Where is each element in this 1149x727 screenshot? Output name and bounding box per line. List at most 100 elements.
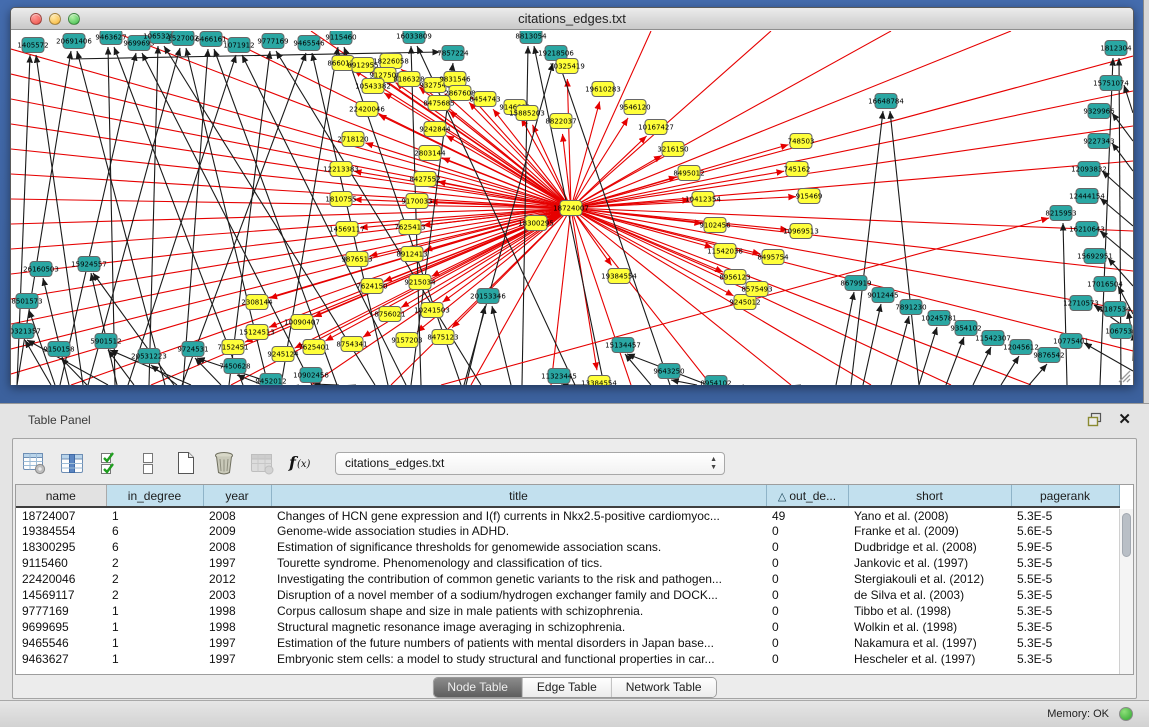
graph-node[interactable]: 9150158: [43, 342, 74, 357]
graph-node[interactable]: 11323445: [541, 369, 577, 384]
graph-node[interactable]: 8215953: [1045, 206, 1076, 221]
scrollbar-thumb[interactable]: [1122, 513, 1131, 557]
graph-node[interactable]: 10321357: [11, 324, 41, 339]
graph-edge[interactable]: [571, 208, 631, 385]
graph-node[interactable]: 8956123: [719, 270, 750, 285]
graph-node[interactable]: 1187534: [1099, 302, 1131, 317]
column-header-year[interactable]: year: [203, 485, 271, 507]
graph-node[interactable]: 3216150: [657, 142, 688, 157]
graph-node[interactable]: 10902456: [293, 368, 329, 383]
graph-node[interactable]: 15134457: [605, 338, 641, 353]
close-panel-icon[interactable]: ✕: [1118, 410, 1131, 428]
function-builder-button[interactable]: f(x): [287, 449, 313, 477]
graph-edge[interactable]: [891, 316, 909, 385]
graph-edge[interactable]: [890, 111, 919, 385]
graph-edge[interactable]: [1100, 198, 1133, 226]
graph-node[interactable]: 13384554: [581, 376, 617, 386]
show-columns-button[interactable]: [59, 449, 85, 477]
graph-node[interactable]: 9876513: [341, 252, 372, 267]
tab-edge-table[interactable]: Edge Table: [523, 678, 612, 697]
table-row[interactable]: 1830029562008Estimation of significance …: [16, 539, 1119, 555]
table-row[interactable]: 1872400712008Changes of HCN gene express…: [16, 507, 1119, 523]
graph-node[interactable]: 7625401: [298, 340, 329, 355]
graph-node[interactable]: 1812304: [1100, 41, 1132, 56]
deselect-all-rows-button[interactable]: [135, 449, 161, 477]
graph-edge[interactable]: [973, 347, 991, 385]
graph-edge[interactable]: [492, 306, 511, 385]
graph-edge[interactable]: [214, 49, 337, 385]
graph-edge[interactable]: [1124, 85, 1133, 113]
graph-node[interactable]: 2308144: [241, 295, 273, 310]
graph-edge[interactable]: [11, 149, 571, 208]
graph-node[interactable]: 748503: [788, 134, 815, 149]
graph-node[interactable]: 12444154: [1069, 189, 1105, 204]
graph-node[interactable]: 10969513: [783, 224, 819, 239]
graph-node[interactable]: 10245781: [921, 311, 957, 326]
graph-node[interactable]: 9876542: [1033, 348, 1064, 363]
graph-node[interactable]: 1071912: [223, 38, 254, 53]
graph-node[interactable]: 10412354: [685, 192, 721, 207]
graph-edge[interactable]: [571, 208, 788, 230]
graph-edge[interactable]: [863, 304, 881, 385]
graph-node[interactable]: 2803144: [414, 146, 446, 161]
table-row[interactable]: 946554611997Estimation of the future num…: [16, 635, 1119, 651]
graph-node[interactable]: 8756021: [374, 307, 405, 322]
network-view-window[interactable]: citations_edges.txt 14055722069140694636…: [10, 7, 1134, 385]
graph-edge[interactable]: [671, 380, 697, 385]
graph-edge[interactable]: [1112, 143, 1133, 171]
graph-node[interactable]: 16210643: [1069, 222, 1105, 237]
table-row[interactable]: 2242004622012Investigating the contribut…: [16, 571, 1119, 587]
graph-node[interactable]: 8912413: [396, 247, 427, 262]
graph-node[interactable]: 26160503: [23, 262, 59, 277]
graph-node[interactable]: 11542036: [707, 244, 743, 259]
column-header-in_degree[interactable]: in_degree: [106, 485, 203, 507]
graph-node[interactable]: 915469: [796, 189, 823, 204]
graph-edge[interactable]: [946, 337, 964, 385]
graph-node[interactable]: 9102456: [699, 218, 731, 233]
graph-node[interactable]: 1810755: [325, 192, 356, 207]
graph-node[interactable]: 9012445: [867, 288, 898, 303]
graph-node[interactable]: 9329966: [1083, 104, 1115, 119]
graph-edge[interactable]: [571, 31, 1011, 208]
graph-node[interactable]: 19610283: [585, 82, 621, 97]
graph-node[interactable]: 8575493: [741, 282, 772, 297]
table-mode-button[interactable]: [21, 449, 47, 477]
column-header-pagerank[interactable]: pagerank: [1011, 485, 1119, 507]
graph-node[interactable]: 12710573: [1063, 296, 1099, 311]
graph-edge[interactable]: [36, 55, 83, 385]
graph-node[interactable]: 745162: [784, 162, 811, 177]
graph-node[interactable]: 9546120: [619, 100, 650, 115]
graph-node[interactable]: 9724531: [177, 342, 208, 357]
graph-edge[interactable]: [571, 126, 1133, 208]
graph-node[interactable]: 20691406: [56, 34, 92, 49]
graph-edge[interactable]: [77, 51, 165, 385]
tab-node-table[interactable]: Node Table: [433, 678, 523, 697]
graph-node[interactable]: 8495012: [673, 166, 704, 181]
graph-node[interactable]: 7152451: [217, 340, 248, 355]
graph-node[interactable]: 19384554: [601, 269, 637, 284]
graph-node[interactable]: 1527002: [167, 31, 198, 46]
graph-edge[interactable]: [313, 384, 339, 385]
graph-node[interactable]: 9463627: [95, 31, 126, 45]
graph-node[interactable]: 8427552: [409, 172, 440, 187]
graph-node[interactable]: 7857224: [437, 46, 469, 61]
table-vertical-scrollbar[interactable]: [1119, 509, 1133, 674]
graph-node[interactable]: 10241503: [414, 303, 450, 318]
graph-node[interactable]: 16033809: [396, 31, 432, 44]
graph-node[interactable]: 7625413: [394, 220, 425, 235]
graph-node[interactable]: 10775401: [1053, 334, 1089, 349]
graph-node[interactable]: 8813054: [515, 31, 547, 44]
table-row[interactable]: 946362711997Embryonic stem cells: a mode…: [16, 651, 1119, 667]
network-canvas[interactable]: 1405572206914069463627969969510653287152…: [11, 31, 1133, 385]
graph-edge[interactable]: [114, 47, 243, 385]
graph-edge[interactable]: [571, 31, 891, 208]
graph-node[interactable]: 9245124: [267, 347, 299, 362]
window-titlebar[interactable]: citations_edges.txt: [11, 8, 1133, 30]
graph-edge[interactable]: [571, 208, 1133, 311]
graph-node[interactable]: 9831546: [439, 72, 471, 87]
graph-node[interactable]: 9157203: [391, 333, 422, 348]
graph-edge[interactable]: [571, 31, 651, 208]
graph-node[interactable]: 15751074: [1093, 76, 1129, 91]
graph-node[interactable]: 9215034: [404, 275, 436, 290]
graph-node[interactable]: 7891230: [895, 300, 926, 315]
